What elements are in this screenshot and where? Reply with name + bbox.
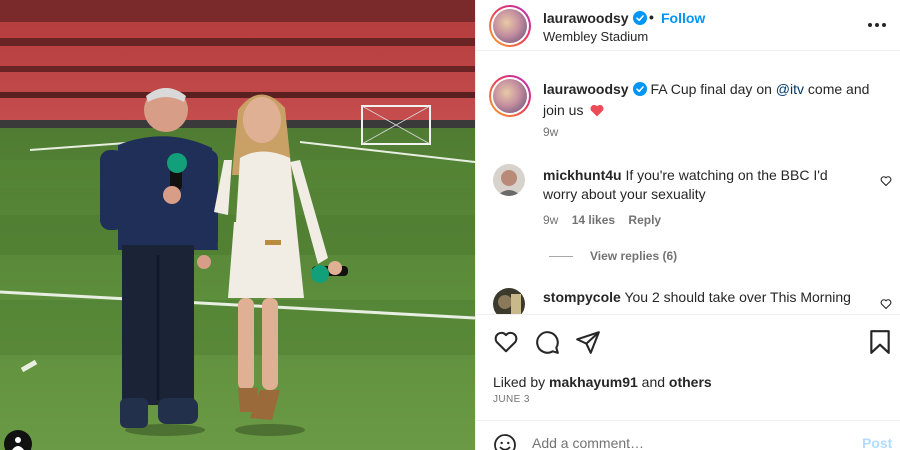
tagged-user-icon[interactable] bbox=[4, 430, 32, 450]
heart-emoji-icon bbox=[590, 103, 604, 122]
more-options-icon[interactable] bbox=[868, 15, 890, 35]
comment-1-meta: 9w 14 likes Reply bbox=[543, 213, 661, 227]
comment-1-username[interactable]: mickhunt4u bbox=[543, 167, 622, 183]
replies-divider bbox=[549, 256, 573, 257]
post-header: laurawoodsy • Follow Wembley Stadium bbox=[476, 0, 900, 51]
caption-age: 9w bbox=[543, 125, 559, 139]
like-comment-heart-icon[interactable] bbox=[880, 174, 892, 192]
comment-1: mickhunt4u If you're watching on the BBC… bbox=[543, 166, 853, 204]
add-comment-input[interactable] bbox=[532, 435, 832, 450]
add-comment-bar: Post bbox=[476, 420, 900, 450]
author-username-text[interactable]: laurawoodsy bbox=[543, 10, 629, 26]
comment-2-username[interactable]: stompycole bbox=[543, 289, 621, 305]
verified-badge-icon bbox=[632, 82, 647, 101]
post-actions-bar bbox=[476, 314, 900, 374]
save-bookmark-icon[interactable] bbox=[868, 329, 892, 360]
instagram-post-view: laurawoodsy • Follow Wembley Stadium lau… bbox=[0, 0, 900, 450]
commenter-avatar[interactable] bbox=[493, 288, 525, 314]
emoji-picker-icon[interactable] bbox=[493, 433, 517, 450]
comment-bubble-icon[interactable] bbox=[534, 329, 560, 360]
comment-1-likes[interactable]: 14 likes bbox=[572, 213, 615, 227]
liked-by-middle: and bbox=[637, 374, 669, 390]
verified-badge-icon bbox=[632, 11, 647, 28]
caption-text: FA Cup final day on bbox=[650, 81, 776, 97]
location-link[interactable]: Wembley Stadium bbox=[543, 29, 648, 44]
liked-by-summary: Liked by makhayum91 and others bbox=[493, 374, 712, 390]
caption-author-avatar[interactable] bbox=[489, 75, 531, 117]
comments-list[interactable]: laurawoodsy FA Cup final day on @itv com… bbox=[476, 52, 900, 314]
caption: laurawoodsy FA Cup final day on @itv com… bbox=[543, 80, 888, 122]
liked-by-others-link[interactable]: others bbox=[669, 374, 712, 390]
view-replies-button[interactable]: View replies (6) bbox=[590, 249, 677, 263]
stadium-photo-image bbox=[0, 0, 475, 450]
caption-mention-link[interactable]: @itv bbox=[776, 81, 804, 97]
author-avatar[interactable] bbox=[489, 5, 531, 47]
liked-by-prefix: Liked by bbox=[493, 374, 550, 390]
comment-2: stompycole You 2 should take over This M… bbox=[543, 288, 873, 307]
liked-by-user-link[interactable]: makhayum91 bbox=[549, 374, 638, 390]
caption-username[interactable]: laurawoodsy bbox=[543, 81, 629, 97]
post-details-panel: laurawoodsy • Follow Wembley Stadium lau… bbox=[475, 0, 900, 450]
follow-button[interactable]: Follow bbox=[661, 10, 705, 26]
separator-dot: • bbox=[649, 9, 654, 25]
post-date[interactable]: JUNE 3 bbox=[493, 394, 530, 405]
post-photo[interactable] bbox=[0, 0, 475, 450]
reply-button[interactable]: Reply bbox=[628, 213, 661, 227]
post-comment-button[interactable]: Post bbox=[862, 435, 892, 450]
comment-1-age: 9w bbox=[543, 213, 559, 227]
share-paper-plane-icon[interactable] bbox=[575, 329, 601, 360]
commenter-avatar[interactable] bbox=[493, 164, 525, 196]
like-heart-icon[interactable] bbox=[493, 329, 519, 360]
comment-2-text: You 2 should take over This Morning bbox=[624, 289, 851, 305]
author-username[interactable]: laurawoodsy bbox=[543, 10, 647, 28]
like-comment-heart-icon[interactable] bbox=[880, 297, 892, 314]
